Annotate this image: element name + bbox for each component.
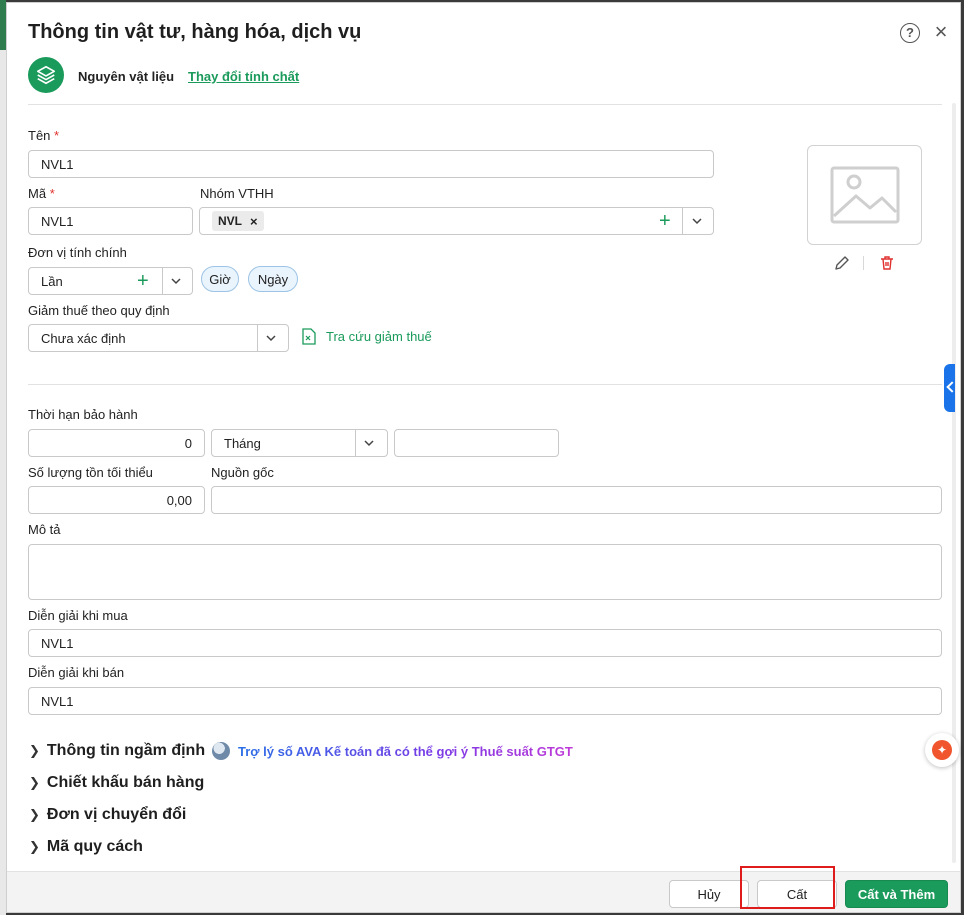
unit-label: Đơn vị tính chính <box>28 245 127 260</box>
save-and-add-button[interactable]: Cất và Thêm <box>845 880 948 908</box>
group-label: Nhóm VTHH <box>200 186 274 201</box>
help-icon[interactable]: ? <box>900 23 920 43</box>
purchase-desc-label: Diễn giải khi mua <box>28 608 128 623</box>
ava-avatar <box>212 742 230 760</box>
add-group-plus-icon[interactable]: + <box>659 211 671 231</box>
cancel-button[interactable]: Hủy <box>669 880 749 908</box>
tax-lookup-label: Tra cứu giảm thuế <box>326 329 432 344</box>
layers-icon <box>28 57 64 93</box>
min-stock-input[interactable]: 0,00 <box>28 486 205 514</box>
description-label: Mô tả <box>28 522 61 537</box>
tax-lookup-link[interactable]: Tra cứu giảm thuế <box>302 328 432 345</box>
chevron-down-icon[interactable] <box>364 438 374 448</box>
ava-assistant-hint[interactable]: Trợ lý số AVA Kế toán đã có thể gợi ý Th… <box>212 742 573 760</box>
sparkle-icon: ✦ <box>932 740 952 760</box>
min-stock-label: Số lượng tồn tối thiểu <box>28 465 153 480</box>
item-image-placeholder[interactable] <box>807 145 922 245</box>
divider <box>28 104 942 105</box>
ai-assistant-button[interactable]: ✦ <box>925 733 959 767</box>
sale-desc-input[interactable]: NVL1 <box>28 687 942 715</box>
change-type-link[interactable]: Thay đổi tính chất <box>188 69 299 84</box>
item-type-label: Nguyên vật liệu <box>78 69 175 84</box>
ava-hint-text: Trợ lý số AVA Kế toán đã có thể gợi ý Th… <box>238 743 573 759</box>
section-default-info[interactable]: ❯ Thông tin ngầm định <box>29 742 205 760</box>
purchase-desc-input[interactable]: NVL1 <box>28 629 942 657</box>
origin-label: Nguồn gốc <box>211 465 274 480</box>
section-spec-code[interactable]: ❯ Mã quy cách <box>29 838 143 856</box>
chevron-down-icon[interactable] <box>171 276 181 286</box>
divider <box>28 384 942 385</box>
divider <box>257 325 258 351</box>
edit-pencil-icon[interactable] <box>833 254 851 272</box>
chevron-right-icon: ❯ <box>29 807 40 822</box>
name-input[interactable]: NVL1 <box>28 150 714 178</box>
group-multiselect[interactable]: NVL × <box>199 207 714 235</box>
chip-remove-icon[interactable]: × <box>250 214 258 229</box>
description-textarea[interactable] <box>28 544 942 600</box>
chevron-right-icon: ❯ <box>29 775 40 790</box>
unit-suggestion-ngay[interactable]: Ngày <box>248 266 298 292</box>
chevron-down-icon[interactable] <box>266 333 276 343</box>
tax-reduction-select[interactable]: Chưa xác định <box>28 324 289 352</box>
origin-input[interactable] <box>211 486 942 514</box>
image-placeholder-icon <box>830 166 899 224</box>
add-unit-plus-icon[interactable]: + <box>137 271 149 291</box>
section-label: Chiết khấu bán hàng <box>46 774 205 791</box>
warranty-extra-input[interactable] <box>394 429 559 457</box>
unit-suggestion-gio[interactable]: Giờ <box>201 266 239 292</box>
divider <box>355 430 356 456</box>
chevron-down-icon[interactable] <box>692 216 702 226</box>
section-label: Đơn vị chuyển đổi <box>46 806 187 823</box>
warranty-number-input[interactable]: 0 <box>28 429 205 457</box>
chevron-right-icon: ❯ <box>29 743 40 758</box>
divider <box>863 256 864 270</box>
name-label: Tên * <box>28 128 60 143</box>
section-sales-discount[interactable]: ❯ Chiết khấu bán hàng <box>29 774 204 792</box>
tax-reduction-label: Giảm thuế theo quy định <box>28 303 170 318</box>
chevron-right-icon: ❯ <box>29 839 40 854</box>
code-input[interactable]: NVL1 <box>28 207 193 235</box>
sale-desc-label: Diễn giải khi bán <box>28 665 125 680</box>
divider <box>162 268 163 294</box>
item-info-dialog: Thông tin vật tư, hàng hóa, dịch vụ ? × … <box>6 2 961 913</box>
close-icon[interactable]: × <box>931 21 951 43</box>
divider <box>682 208 683 234</box>
dialog-title: Thông tin vật tư, hàng hóa, dịch vụ <box>28 21 362 43</box>
section-unit-conversion[interactable]: ❯ Đơn vị chuyển đổi <box>29 806 186 824</box>
side-panel-toggle[interactable] <box>944 364 955 412</box>
group-chip: NVL × <box>212 211 264 231</box>
warranty-unit-select[interactable]: Tháng <box>211 429 388 457</box>
excel-file-icon <box>302 328 316 345</box>
section-label: Thông tin ngầm định <box>46 742 206 759</box>
warranty-label: Thời hạn bảo hành <box>28 407 138 422</box>
code-label: Mã * <box>28 186 55 201</box>
trash-icon[interactable] <box>878 254 896 272</box>
save-button-highlight-box <box>740 866 835 909</box>
unit-select[interactable]: Lần <box>28 267 193 295</box>
section-label: Mã quy cách <box>46 838 143 855</box>
